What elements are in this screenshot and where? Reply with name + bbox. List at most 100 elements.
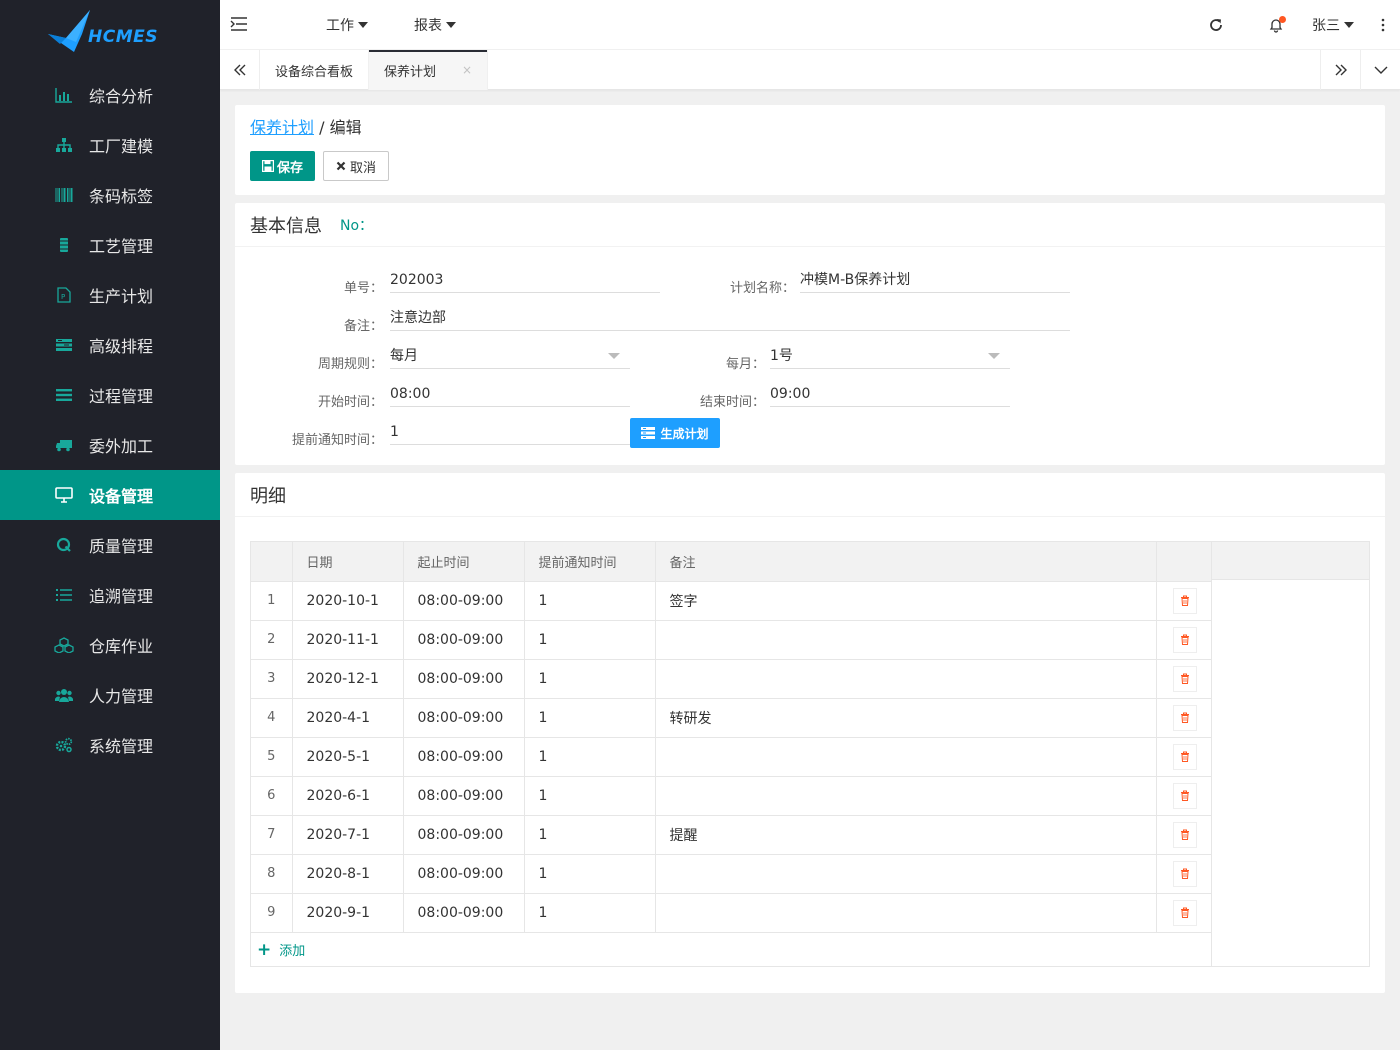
cell-notice[interactable]: 1 [524, 776, 656, 816]
sidebar-item-3[interactable]: 工艺管理 [0, 220, 220, 270]
monthly-select[interactable]: 1号 [770, 345, 1010, 369]
delete-row-button[interactable] [1172, 782, 1197, 809]
cell-date[interactable]: 2020-12-1 [292, 659, 404, 699]
sidebar-item-1[interactable]: 工厂建模 [0, 120, 220, 170]
sidebar-item-6[interactable]: 过程管理 [0, 370, 220, 420]
sidebar-item-7[interactable]: 委外加工 [0, 420, 220, 470]
cell-date[interactable]: 2020-4-1 [292, 698, 404, 738]
more-options-button[interactable] [1366, 0, 1400, 50]
add-row-button[interactable]: + 添加 [251, 932, 1211, 967]
cell-date[interactable]: 2020-9-1 [292, 893, 404, 933]
tab-maintenance-plan[interactable]: 保养计划 × [369, 50, 489, 90]
cell-time-range[interactable]: 08:00-09:00 [403, 581, 525, 621]
sidebar-item-12[interactable]: 人力管理 [0, 670, 220, 720]
cell-notice[interactable]: 1 [524, 854, 656, 894]
save-button[interactable]: 保存 [250, 151, 316, 181]
trash-icon [1180, 634, 1190, 645]
tabs-scroll-left-button[interactable] [220, 50, 260, 90]
user-menu[interactable]: 张三 [1306, 0, 1366, 50]
cell-time-range[interactable]: 08:00-09:00 [403, 854, 525, 894]
cell-notice[interactable]: 1 [524, 581, 656, 621]
generate-plan-button[interactable]: 生成计划 [630, 418, 720, 448]
cell-time-range[interactable]: 08:00-09:00 [403, 893, 525, 933]
cell-remark[interactable] [655, 659, 1157, 699]
cell-notice[interactable]: 1 [524, 659, 656, 699]
sidebar-item-5[interactable]: 高级排程 [0, 320, 220, 370]
cell-remark[interactable] [655, 737, 1157, 777]
col-remark[interactable]: 备注 [655, 542, 1157, 582]
notice-time-input[interactable]: 1 [390, 421, 630, 445]
sidebar-item-13[interactable]: 系统管理 [0, 720, 220, 770]
cell-notice[interactable]: 1 [524, 893, 656, 933]
end-time-input[interactable]: 09:00 [770, 383, 1010, 407]
cell-date[interactable]: 2020-8-1 [292, 854, 404, 894]
sidebar-item-label: 综合分析 [89, 87, 154, 106]
col-time-range[interactable]: 起止时间 [403, 542, 525, 582]
top-menu: 工作 报表 [326, 0, 502, 50]
cell-time-range[interactable]: 08:00-09:00 [403, 698, 525, 738]
delete-row-button[interactable] [1172, 821, 1197, 848]
top-menu-report[interactable]: 报表 [414, 0, 456, 50]
sidebar-item-2[interactable]: 条码标签 [0, 170, 220, 220]
cell-time-range[interactable]: 08:00-09:00 [403, 620, 525, 660]
tab-equipment-dashboard[interactable]: 设备综合看板 [260, 50, 370, 90]
cell-time-range[interactable]: 08:00-09:00 [403, 776, 525, 816]
notification-button[interactable] [1246, 0, 1306, 50]
delete-row-button[interactable] [1172, 587, 1197, 614]
col-notice[interactable]: 提前通知时间 [524, 542, 656, 582]
delete-row-button[interactable] [1172, 665, 1197, 692]
order-no-input[interactable]: 202003 [390, 269, 660, 293]
delete-row-button[interactable] [1172, 860, 1197, 887]
remark-input[interactable]: 注意边部 [390, 307, 1070, 331]
delete-row-button[interactable] [1172, 743, 1197, 770]
sidebar-item-4[interactable]: P 生产计划 [0, 270, 220, 320]
sidebar-item-label: 仓库作业 [89, 637, 154, 656]
tabs-scroll-right-button[interactable] [1320, 50, 1360, 90]
cycle-rule-select[interactable]: 每月 [390, 345, 630, 369]
cell-actions [1156, 737, 1212, 777]
main-content: 保养计划 / 编辑 保存 取消 基本信息 No： 单号： 202003 计划名称… [235, 105, 1385, 1001]
cell-time-range[interactable]: 08:00-09:00 [403, 815, 525, 855]
sidebar-item-10[interactable]: 追溯管理 [0, 570, 220, 620]
close-icon[interactable]: × [462, 63, 472, 77]
cell-remark[interactable]: 签字 [655, 581, 1157, 621]
cell-date[interactable]: 2020-11-1 [292, 620, 404, 660]
col-index [251, 542, 293, 582]
trash-icon [1180, 790, 1190, 801]
cell-remark[interactable] [655, 776, 1157, 816]
cell-remark[interactable]: 转研发 [655, 698, 1157, 738]
logo[interactable]: HCMES [0, 0, 220, 62]
cell-date[interactable]: 2020-6-1 [292, 776, 404, 816]
cell-time-range[interactable]: 08:00-09:00 [403, 737, 525, 777]
delete-row-button[interactable] [1172, 704, 1197, 731]
delete-row-button[interactable] [1172, 626, 1197, 653]
sidebar-item-9[interactable]: 质量管理 [0, 520, 220, 570]
cell-remark[interactable] [655, 620, 1157, 660]
plan-name-input[interactable]: 冲模M-B保养计划 [800, 269, 1070, 293]
cell-notice[interactable]: 1 [524, 815, 656, 855]
breadcrumb-link[interactable]: 保养计划 [250, 118, 314, 137]
sidebar-item-0[interactable]: 综合分析 [0, 70, 220, 120]
cell-time-range[interactable]: 08:00-09:00 [403, 659, 525, 699]
start-time-input[interactable]: 08:00 [390, 383, 630, 407]
table-row: 7 2020-7-1 08:00-09:00 1 提醒 [251, 815, 1212, 855]
cancel-button[interactable]: 取消 [323, 151, 390, 181]
cell-remark[interactable] [655, 854, 1157, 894]
menu-toggle-icon[interactable] [230, 15, 250, 35]
delete-row-button[interactable] [1172, 899, 1197, 926]
cell-date[interactable]: 2020-10-1 [292, 581, 404, 621]
sidebar-item-8[interactable]: 设备管理 [0, 470, 220, 520]
cell-remark[interactable]: 提醒 [655, 815, 1157, 855]
cell-date[interactable]: 2020-5-1 [292, 737, 404, 777]
sidebar-item-label: 工厂建模 [89, 137, 154, 156]
cell-notice[interactable]: 1 [524, 698, 656, 738]
top-menu-work[interactable]: 工作 [326, 0, 368, 50]
col-date[interactable]: 日期 [292, 542, 404, 582]
cell-notice[interactable]: 1 [524, 737, 656, 777]
cell-date[interactable]: 2020-7-1 [292, 815, 404, 855]
refresh-button[interactable] [1186, 0, 1246, 50]
sidebar-item-11[interactable]: 仓库作业 [0, 620, 220, 670]
tabs-dropdown-button[interactable] [1360, 50, 1400, 90]
cell-remark[interactable] [655, 893, 1157, 933]
cell-notice[interactable]: 1 [524, 620, 656, 660]
